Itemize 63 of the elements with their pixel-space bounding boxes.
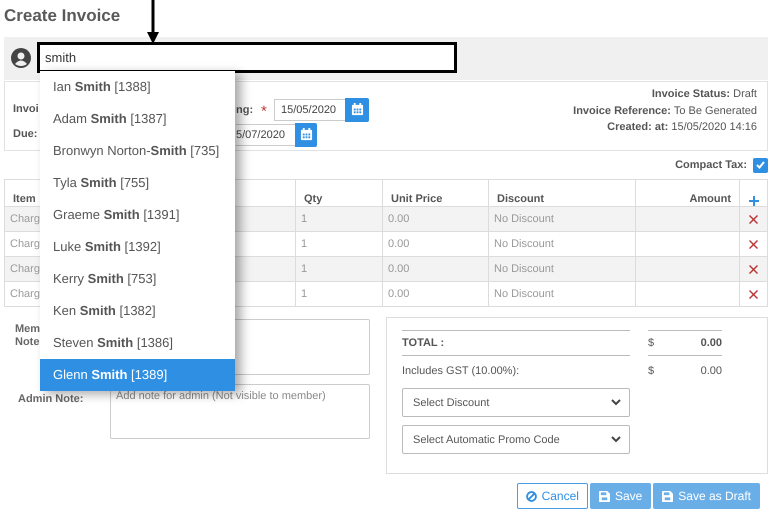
calendar-icon bbox=[350, 103, 364, 116]
suggestion-item[interactable]: Graeme Smith [1391] bbox=[40, 199, 235, 231]
table-cell: 1 bbox=[296, 281, 383, 306]
field-label: Admin Note: bbox=[17, 393, 84, 405]
column-header: Discount bbox=[489, 180, 636, 206]
member-search-field[interactable]: smith bbox=[37, 42, 457, 73]
total-label: TOTAL : bbox=[402, 330, 630, 356]
compact-tax-checkbox[interactable] bbox=[753, 158, 768, 172]
field-label: Invoi bbox=[13, 102, 40, 117]
user-icon bbox=[11, 48, 31, 68]
date-field[interactable]: 15/05/2020 bbox=[274, 98, 345, 120]
suggestion-item[interactable]: Ian Smith [1388] bbox=[40, 71, 235, 103]
chevron-down-icon bbox=[611, 399, 621, 406]
table-cell: 1 bbox=[296, 256, 383, 281]
suggestion-item[interactable]: Steven Smith [1386] bbox=[40, 327, 235, 359]
status-line: Created: at: 15/05/2020 14:16 bbox=[606, 120, 757, 135]
admin-note-field[interactable]: Add note for admin (Not visible to member) bbox=[110, 384, 370, 439]
table-cell: 0.00 bbox=[383, 281, 489, 306]
table-cell: No Discount bbox=[489, 281, 636, 306]
field-label: ng: bbox=[236, 104, 254, 116]
select-dropdown[interactable]: Select Automatic Promo Code bbox=[402, 425, 630, 454]
table-cell: 1 bbox=[296, 206, 383, 231]
table-cell: No Discount bbox=[489, 256, 636, 281]
field-label: Due: bbox=[13, 127, 38, 142]
table-cell: 1 bbox=[296, 231, 383, 256]
annotation-arrow bbox=[146, 0, 160, 44]
delete-icon[interactable] bbox=[749, 290, 758, 298]
delete-icon[interactable] bbox=[749, 264, 758, 274]
plus-icon[interactable] bbox=[748, 196, 758, 206]
status-line: Invoice Status: Draft bbox=[650, 87, 757, 102]
suggestion-item[interactable]: Bronwyn Norton-Smith [735] bbox=[40, 135, 235, 167]
calendar-button[interactable] bbox=[345, 98, 369, 122]
table-cell: No Discount bbox=[489, 231, 636, 256]
calendar-button[interactable] bbox=[295, 122, 317, 146]
page-title: Create Invoice bbox=[4, 6, 120, 26]
gst-label: Includes GST (10.00%): bbox=[402, 364, 520, 379]
table-cell: 0.00 bbox=[383, 206, 489, 231]
date-field[interactable]: 5/07/2020 bbox=[236, 124, 295, 146]
required-marker: * bbox=[261, 102, 268, 116]
field-label: Note bbox=[15, 336, 37, 349]
table-cell: 0.00 bbox=[383, 231, 489, 256]
currency-symbol: $ bbox=[648, 337, 654, 349]
table-cell: 0.00 bbox=[383, 256, 489, 281]
total-amount: 0.00 bbox=[700, 337, 722, 349]
suggestion-item[interactable]: Tyla Smith [755] bbox=[40, 167, 235, 199]
select-dropdown[interactable]: Select Discount bbox=[402, 388, 630, 417]
delete-icon[interactable] bbox=[749, 214, 758, 224]
field-label: Mem bbox=[15, 323, 37, 336]
check-icon bbox=[756, 161, 765, 169]
chevron-down-icon bbox=[611, 436, 621, 443]
suggestion-item[interactable]: Luke Smith [1392] bbox=[40, 231, 235, 263]
table-cell: No Discount bbox=[489, 206, 636, 231]
currency-symbol: $ bbox=[648, 365, 654, 377]
column-header: Unit Price bbox=[383, 180, 489, 206]
gst-amount: 0.00 bbox=[700, 365, 722, 377]
status-line: Invoice Reference: To Be Generated bbox=[573, 104, 757, 118]
calendar-icon bbox=[300, 128, 312, 141]
column-header: Qty bbox=[296, 180, 383, 206]
ban-icon bbox=[526, 490, 537, 502]
compact-tax-label: Compact Tax: bbox=[675, 159, 747, 171]
column-header: Amount bbox=[636, 180, 740, 206]
delete-icon[interactable] bbox=[749, 240, 758, 248]
suggestion-item[interactable]: Adam Smith [1387] bbox=[40, 103, 235, 135]
